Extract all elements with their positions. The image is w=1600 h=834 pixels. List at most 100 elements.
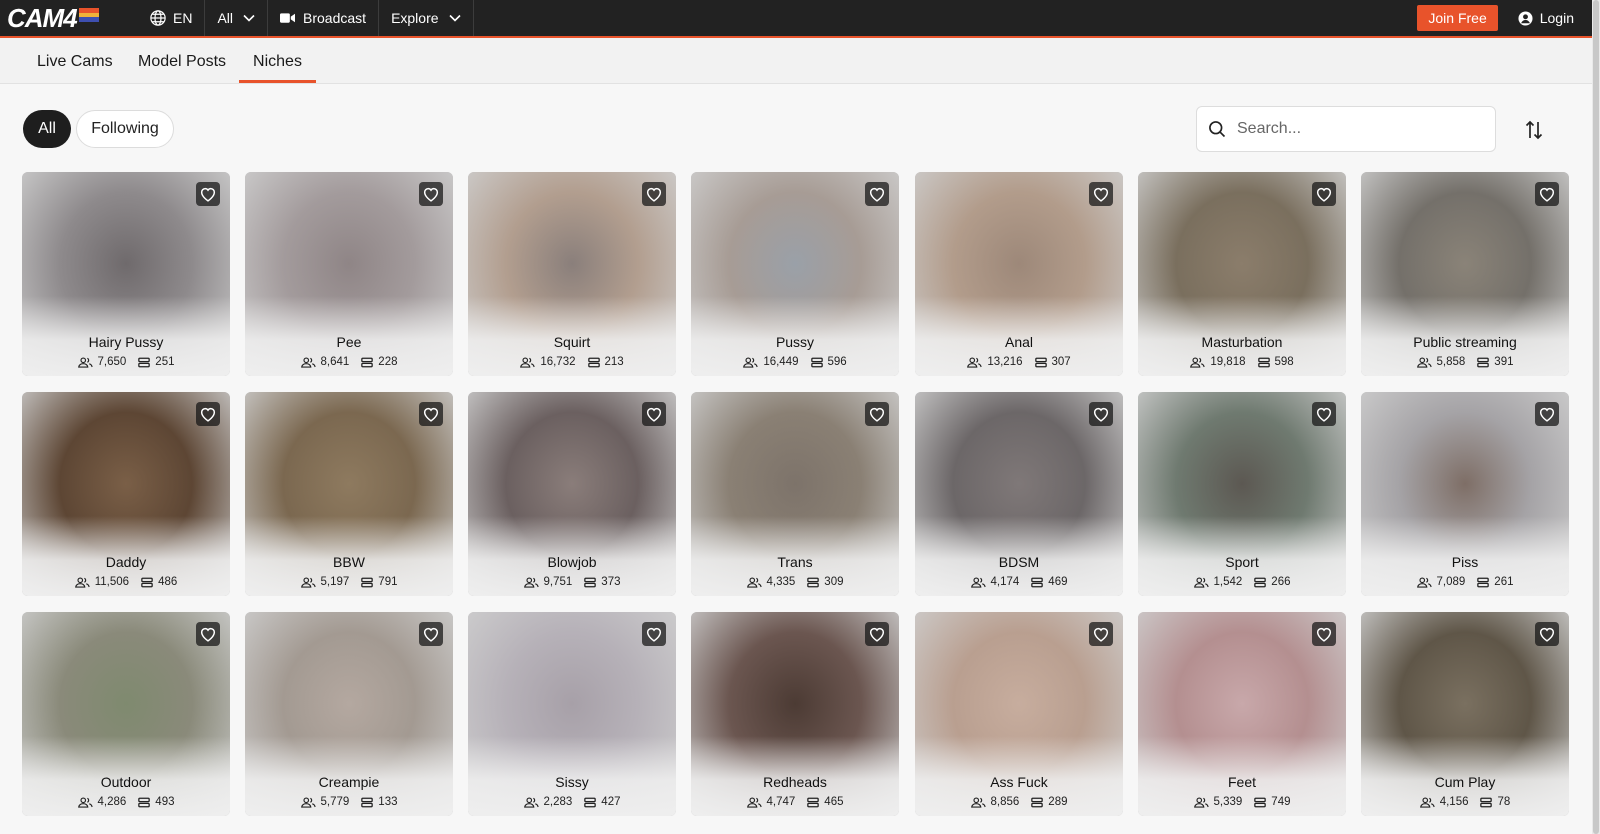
niche-stats: 8,641 228 bbox=[245, 356, 453, 368]
niche-card[interactable]: Trans 4,335 309 bbox=[691, 392, 899, 596]
niche-card[interactable]: Daddy 11,506 486 bbox=[22, 392, 230, 596]
viewers-icon bbox=[1416, 576, 1432, 588]
niche-card[interactable]: Sissy 2,283 427 bbox=[468, 612, 676, 816]
favorite-button[interactable] bbox=[1089, 622, 1113, 646]
viewers-icon bbox=[1416, 356, 1432, 368]
niche-card[interactable]: Hairy Pussy 7,650 251 bbox=[22, 172, 230, 376]
rooms-icon bbox=[807, 577, 820, 587]
viewer-count-value: 4,174 bbox=[990, 576, 1020, 588]
niche-card[interactable]: Squirt 16,732 213 bbox=[468, 172, 676, 376]
favorite-button[interactable] bbox=[865, 402, 889, 426]
rooms-icon bbox=[1477, 357, 1490, 367]
niche-stats: 4,747 465 bbox=[691, 796, 899, 808]
viewer-count-value: 4,156 bbox=[1439, 796, 1469, 808]
tab-live-cams[interactable]: Live Cams bbox=[37, 38, 113, 83]
room-count-value: 133 bbox=[378, 796, 398, 808]
viewers-icon bbox=[1193, 796, 1209, 808]
niche-card[interactable]: Anal 13,216 307 bbox=[915, 172, 1123, 376]
niche-card[interactable]: Cum Play 4,156 78 bbox=[1361, 612, 1569, 816]
heart-icon bbox=[200, 407, 216, 422]
favorite-button[interactable] bbox=[196, 182, 220, 206]
cam4-logo[interactable]: CAM4 bbox=[0, 0, 137, 36]
viewers-icon bbox=[967, 356, 982, 368]
niche-card[interactable]: Feet 5,339 749 bbox=[1138, 612, 1346, 816]
favorite-button[interactable] bbox=[196, 402, 220, 426]
login-label: Login bbox=[1539, 10, 1574, 26]
favorite-button[interactable] bbox=[1089, 182, 1113, 206]
heart-icon bbox=[1539, 627, 1555, 642]
viewers-icon bbox=[523, 796, 539, 808]
explore-label: Explore bbox=[391, 10, 439, 26]
viewer-count: 2,283 bbox=[523, 796, 572, 808]
top-navigation-bar: CAM4 EN All Broadcast Explore Join Free … bbox=[0, 0, 1592, 38]
niche-stats: 16,449 596 bbox=[691, 356, 899, 368]
favorite-button[interactable] bbox=[1312, 622, 1336, 646]
niche-card[interactable]: Redheads 4,747 465 bbox=[691, 612, 899, 816]
favorite-button[interactable] bbox=[1312, 182, 1336, 206]
niche-card[interactable]: BDSM 4,174 469 bbox=[915, 392, 1123, 596]
favorite-button[interactable] bbox=[419, 182, 443, 206]
niche-card[interactable]: Public streaming 5,858 391 bbox=[1361, 172, 1569, 376]
room-count: 596 bbox=[810, 356, 847, 368]
rooms-icon bbox=[1477, 577, 1490, 587]
room-count-value: 598 bbox=[1274, 356, 1294, 368]
viewers-icon bbox=[300, 356, 316, 368]
favorite-button[interactable] bbox=[1535, 402, 1559, 426]
favorite-button[interactable] bbox=[642, 622, 666, 646]
favorite-button[interactable] bbox=[1089, 402, 1113, 426]
niche-card[interactable]: Piss 7,089 261 bbox=[1361, 392, 1569, 596]
join-free-button[interactable]: Join Free bbox=[1417, 5, 1498, 31]
niche-card[interactable]: Masturbation 19,818 598 bbox=[1138, 172, 1346, 376]
category-filter-dropdown[interactable]: All bbox=[205, 0, 269, 36]
niche-card[interactable]: Outdoor 4,286 493 bbox=[22, 612, 230, 816]
scrollbar-thumb[interactable] bbox=[1593, 0, 1599, 834]
viewer-count-value: 16,732 bbox=[540, 356, 576, 368]
niche-name: Sissy bbox=[555, 774, 589, 790]
heart-icon bbox=[1093, 187, 1109, 202]
favorite-button[interactable] bbox=[1535, 622, 1559, 646]
viewer-count-value: 5,858 bbox=[1436, 356, 1466, 368]
favorite-button[interactable] bbox=[1535, 182, 1559, 206]
niche-card[interactable]: BBW 5,197 791 bbox=[245, 392, 453, 596]
viewer-count: 7,089 bbox=[1416, 576, 1465, 588]
viewer-count-value: 8,641 bbox=[320, 356, 350, 368]
niche-name: Cum Play bbox=[1434, 774, 1496, 790]
favorite-button[interactable] bbox=[419, 402, 443, 426]
sort-button[interactable] bbox=[1522, 118, 1546, 142]
favorite-button[interactable] bbox=[865, 622, 889, 646]
tab-niches[interactable]: Niches bbox=[239, 38, 316, 83]
broadcast-button[interactable]: Broadcast bbox=[268, 0, 380, 36]
niches-page: All Following Hairy Pussy 7,650 251 Pee 8,64… bbox=[0, 84, 1592, 834]
page-scrollbar[interactable] bbox=[1592, 0, 1600, 834]
login-button[interactable]: Login bbox=[1518, 10, 1574, 26]
viewer-count: 4,174 bbox=[970, 576, 1020, 588]
favorite-button[interactable] bbox=[1312, 402, 1336, 426]
viewers-icon bbox=[743, 356, 758, 368]
niche-card[interactable]: Creampie 5,779 133 bbox=[245, 612, 453, 816]
language-selector[interactable]: EN bbox=[137, 0, 206, 36]
room-count: 289 bbox=[1031, 796, 1067, 808]
favorite-button[interactable] bbox=[642, 402, 666, 426]
filter-all-button[interactable]: All bbox=[23, 110, 71, 148]
niche-name: Trans bbox=[777, 554, 813, 570]
favorite-button[interactable] bbox=[419, 622, 443, 646]
niche-name: Sport bbox=[1225, 554, 1259, 570]
niche-card[interactable]: Pussy 16,449 596 bbox=[691, 172, 899, 376]
niche-card[interactable]: Pee 8,641 228 bbox=[245, 172, 453, 376]
favorite-button[interactable] bbox=[642, 182, 666, 206]
room-count-value: 391 bbox=[1494, 356, 1514, 368]
room-count-value: 266 bbox=[1271, 576, 1291, 588]
niche-stats: 2,283 427 bbox=[468, 796, 676, 808]
viewer-count-value: 7,650 bbox=[97, 356, 127, 368]
rooms-icon bbox=[584, 577, 597, 587]
filter-following-button[interactable]: Following bbox=[76, 110, 174, 148]
favorite-button[interactable] bbox=[196, 622, 220, 646]
explore-dropdown[interactable]: Explore bbox=[379, 0, 474, 36]
favorite-button[interactable] bbox=[865, 182, 889, 206]
niche-card[interactable]: Blowjob 9,751 373 bbox=[468, 392, 676, 596]
room-count-value: 465 bbox=[824, 796, 844, 808]
tab-model-posts[interactable]: Model Posts bbox=[138, 38, 226, 83]
niche-card[interactable]: Sport 1,542 266 bbox=[1138, 392, 1346, 596]
search-input[interactable] bbox=[1235, 119, 1479, 139]
niche-card[interactable]: Ass Fuck 8,856 289 bbox=[915, 612, 1123, 816]
